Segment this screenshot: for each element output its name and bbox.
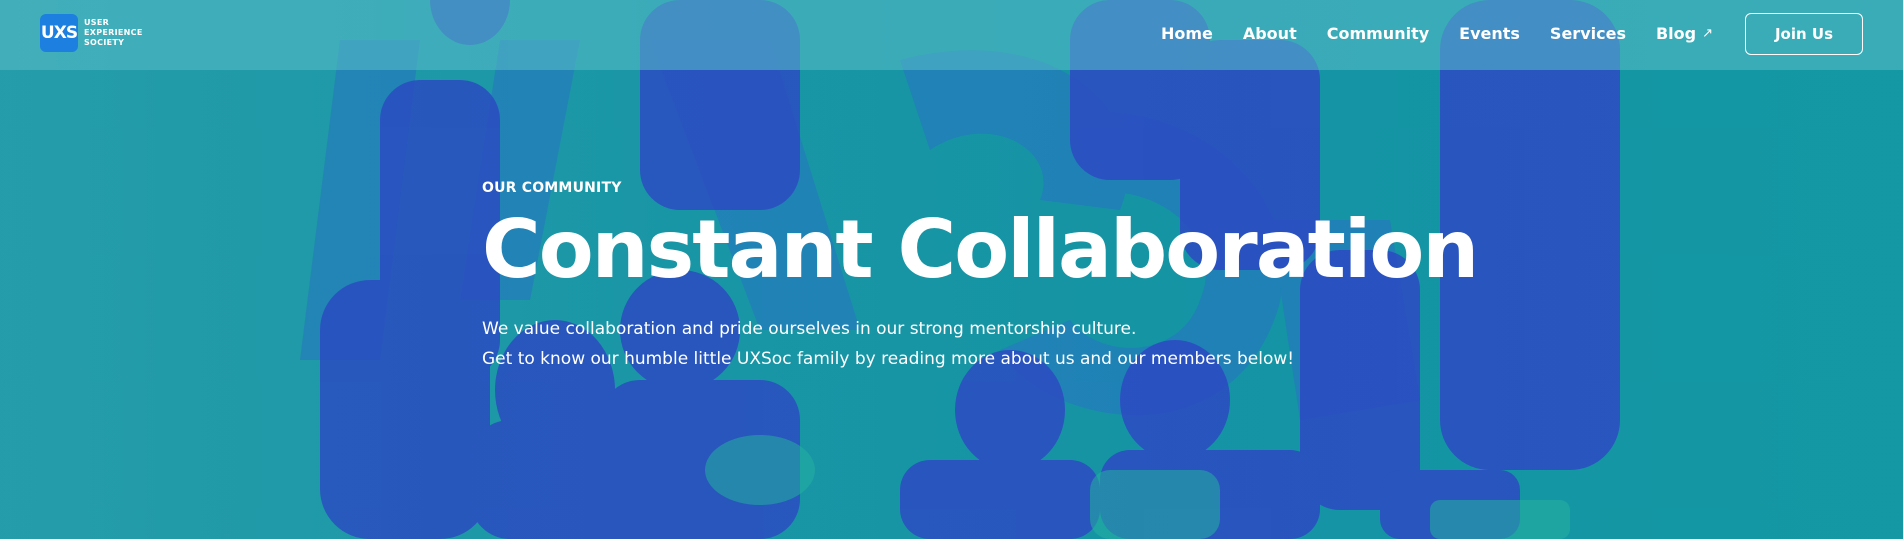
nav-home[interactable]: Home <box>1161 24 1213 43</box>
logo-text: USER EXPERIENCE SOCIETY <box>84 18 143 48</box>
site-logo[interactable]: UXS USER EXPERIENCE SOCIETY <box>40 14 143 52</box>
hero-section: UXS USER EXPERIENCE SOCIETY Home About C… <box>0 0 1903 539</box>
hero-content: OUR COMMUNITY Constant Collaboration We … <box>482 180 1479 374</box>
nav-community[interactable]: Community <box>1327 24 1429 43</box>
nav-blog[interactable]: Blog ↗ <box>1656 24 1713 43</box>
join-us-button[interactable]: Join Us <box>1745 13 1863 55</box>
site-header: UXS USER EXPERIENCE SOCIETY Home About C… <box>0 0 1903 70</box>
hero-description-line-2: Get to know our humble little UXSoc fami… <box>482 349 1295 369</box>
nav-about[interactable]: About <box>1243 24 1297 43</box>
logo-line-2: EXPERIENCE <box>84 28 143 37</box>
nav-events[interactable]: Events <box>1459 24 1520 43</box>
section-eyebrow: OUR COMMUNITY <box>482 180 622 196</box>
external-link-icon: ↗ <box>1702 25 1713 41</box>
hero-description-line-1: We value collaboration and pride ourselv… <box>482 319 1137 339</box>
logo-line-1: USER <box>84 18 110 27</box>
logo-mark-icon: UXS <box>40 14 78 52</box>
logo-line-3: SOCIETY <box>84 38 125 47</box>
main-nav: Home About Community Events Services Blo… <box>1161 0 1713 66</box>
page-title: Constant Collaboration <box>482 203 1479 296</box>
nav-services[interactable]: Services <box>1550 24 1626 43</box>
